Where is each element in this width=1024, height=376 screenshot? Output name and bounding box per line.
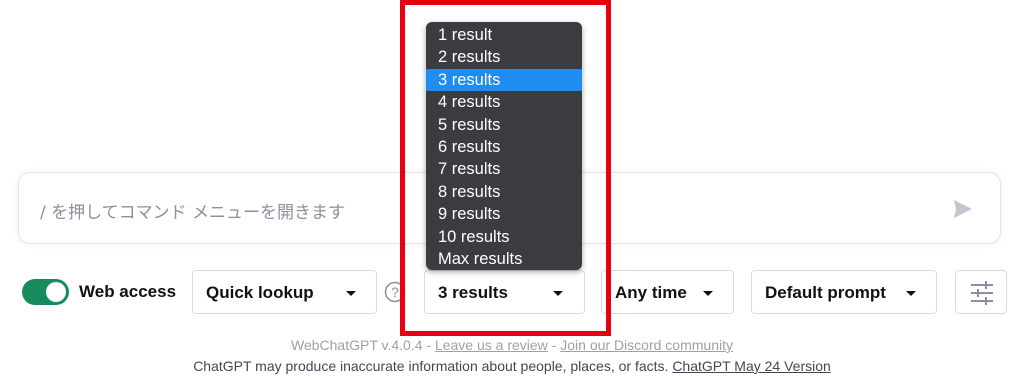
menu-item-10-results[interactable]: 10 results xyxy=(426,226,582,248)
menu-item-max-results[interactable]: Max results xyxy=(426,248,582,270)
help-icon[interactable]: ? xyxy=(384,281,406,303)
chevron-down-icon xyxy=(703,291,713,296)
results-select[interactable]: 3 results xyxy=(424,270,585,314)
toolbar: Web access Quick lookup ? 3 results Any … xyxy=(0,270,1024,314)
footer-disclaimer-line: ChatGPT may produce inaccurate informati… xyxy=(0,358,1024,374)
menu-item-7-results[interactable]: 7 results xyxy=(426,158,582,180)
send-icon[interactable] xyxy=(952,198,974,220)
web-access-toggle[interactable] xyxy=(22,279,69,305)
menu-item-3-results[interactable]: 3 results xyxy=(426,68,582,92)
time-select[interactable]: Any time xyxy=(601,270,734,314)
mode-select[interactable]: Quick lookup xyxy=(192,270,377,314)
prompt-placeholder: / を押してコマンド メニューを開きます xyxy=(40,203,346,223)
mode-select-label: Quick lookup xyxy=(206,283,314,302)
toggle-knob xyxy=(46,282,66,302)
chevron-down-icon xyxy=(346,291,356,296)
disclaimer-text: ChatGPT may produce inaccurate informati… xyxy=(193,358,673,374)
review-link[interactable]: Leave us a review xyxy=(435,337,548,353)
web-access-label: Web access xyxy=(79,282,177,301)
settings-button[interactable] xyxy=(955,270,1007,314)
prompt-select[interactable]: Default prompt xyxy=(751,270,937,314)
time-select-label: Any time xyxy=(615,283,687,302)
chevron-down-icon xyxy=(553,291,563,296)
version-link[interactable]: ChatGPT May 24 Version xyxy=(672,358,830,374)
results-select-label: 3 results xyxy=(438,283,508,302)
menu-item-5-results[interactable]: 5 results xyxy=(426,114,582,136)
svg-text:?: ? xyxy=(391,284,399,300)
footer-separator: - xyxy=(547,337,561,353)
menu-item-9-results[interactable]: 9 results xyxy=(426,203,582,225)
results-dropdown-menu: 1 result 2 results 3 results 4 results 5… xyxy=(426,22,582,270)
settings-sliders-icon xyxy=(971,281,993,305)
version-text: WebChatGPT v.4.0.4 - xyxy=(291,337,435,353)
menu-item-6-results[interactable]: 6 results xyxy=(426,136,582,158)
menu-item-2-results[interactable]: 2 results xyxy=(426,46,582,68)
footer-version-line: WebChatGPT v.4.0.4 - Leave us a review -… xyxy=(0,337,1024,353)
menu-item-1-result[interactable]: 1 result xyxy=(426,24,582,46)
chevron-down-icon xyxy=(906,291,916,296)
menu-item-8-results[interactable]: 8 results xyxy=(426,181,582,203)
prompt-select-label: Default prompt xyxy=(765,283,886,302)
discord-link[interactable]: Join our Discord community xyxy=(560,337,733,353)
menu-item-4-results[interactable]: 4 results xyxy=(426,91,582,113)
